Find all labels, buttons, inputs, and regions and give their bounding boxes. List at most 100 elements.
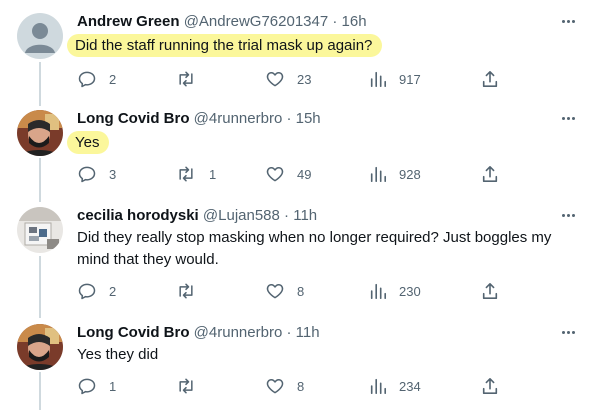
display-name[interactable]: Long Covid Bro <box>77 324 190 341</box>
tweet-text: Did the staff running the trial mask up … <box>67 34 577 57</box>
heart-icon <box>266 72 284 87</box>
timestamp[interactable]: 11h <box>296 324 320 341</box>
tweet-actions: 1 8 234 <box>77 375 517 397</box>
user-handle[interactable]: @4runnerbro <box>194 110 283 127</box>
timestamp[interactable]: 11h <box>293 207 317 224</box>
reply-button[interactable]: 2 <box>77 68 116 90</box>
cecilia-photo-icon <box>17 207 63 253</box>
like-count: 49 <box>297 166 312 182</box>
share-icon <box>482 165 498 183</box>
view-count: 230 <box>399 283 421 299</box>
tweet-header: Long Covid Bro @4runnerbro · 15h <box>77 108 321 130</box>
reply-button[interactable]: 2 <box>77 280 116 302</box>
more-icon[interactable] <box>558 11 578 31</box>
view-count: 917 <box>399 71 421 87</box>
retweet-count: 1 <box>209 166 217 182</box>
reply-icon <box>78 71 96 88</box>
retweet-button[interactable] <box>175 375 209 397</box>
user-handle[interactable]: @4runnerbro <box>194 324 283 341</box>
separator-dot: · <box>286 324 292 341</box>
separator-dot: · <box>332 13 338 30</box>
like-button[interactable]: 49 <box>265 163 311 185</box>
tweet-text: Did they really stop masking when no lon… <box>77 229 552 268</box>
avatar[interactable] <box>17 324 63 370</box>
avatar[interactable] <box>17 110 63 156</box>
view-count: 234 <box>399 378 421 394</box>
highlighted-text: Did the staff running the trial mask up … <box>67 34 383 57</box>
share-icon <box>482 377 498 395</box>
views-icon <box>370 378 387 395</box>
user-handle[interactable]: @Lujan588 <box>203 207 280 224</box>
share-icon <box>482 70 498 88</box>
tweet-header: Andrew Green @AndrewG76201347 · 16h <box>77 11 367 33</box>
views-button[interactable]: 234 <box>369 375 421 397</box>
display-name[interactable]: Andrew Green <box>77 13 180 30</box>
reply-button[interactable]: 3 <box>77 163 116 185</box>
reply-icon <box>78 378 96 395</box>
reply-icon <box>78 166 96 183</box>
views-icon <box>370 166 387 183</box>
retweet-button[interactable] <box>175 68 209 90</box>
reply-button[interactable]: 1 <box>77 375 116 397</box>
views-button[interactable]: 230 <box>369 280 421 302</box>
avatar[interactable] <box>17 13 63 59</box>
retweet-icon <box>179 378 193 394</box>
masked-man-photo-icon <box>17 324 63 370</box>
views-icon <box>370 283 387 300</box>
heart-icon <box>266 379 284 394</box>
separator-dot: · <box>286 110 292 127</box>
retweet-icon <box>179 166 193 182</box>
like-count: 23 <box>297 71 312 87</box>
like-count: 8 <box>297 283 305 299</box>
tweet-header: cecilia horodyski @Lujan588 · 11h <box>77 205 317 227</box>
avatar[interactable] <box>17 207 63 253</box>
tweet-header: Long Covid Bro @4runnerbro · 11h <box>77 322 320 344</box>
separator-dot: · <box>284 207 290 224</box>
share-button[interactable] <box>481 68 499 90</box>
tweet-actions: 3 1 49 928 <box>77 163 517 185</box>
tweet[interactable]: Long Covid Bro @4runnerbro · 15h Yes 3 1… <box>0 108 600 196</box>
default-avatar-icon <box>17 13 63 59</box>
like-button[interactable]: 23 <box>265 68 311 90</box>
share-button[interactable] <box>481 280 499 302</box>
views-icon <box>370 71 387 88</box>
retweet-button[interactable] <box>175 280 209 302</box>
like-button[interactable]: 8 <box>265 280 304 302</box>
reply-count: 3 <box>109 166 117 182</box>
share-icon <box>482 282 498 300</box>
views-button[interactable]: 928 <box>369 163 421 185</box>
view-count: 928 <box>399 166 421 182</box>
masked-man-photo-icon <box>17 110 63 156</box>
user-handle[interactable]: @AndrewG76201347 <box>184 13 329 30</box>
reply-count: 1 <box>109 378 117 394</box>
heart-icon <box>266 284 284 299</box>
highlighted-text: Yes <box>67 131 110 154</box>
tweet-actions: 2 23 917 <box>77 68 517 90</box>
heart-icon <box>266 167 284 182</box>
tweet[interactable]: cecilia horodyski @Lujan588 · 11h Did th… <box>0 205 600 315</box>
more-icon[interactable] <box>558 322 578 342</box>
display-name[interactable]: Long Covid Bro <box>77 110 190 127</box>
display-name[interactable]: cecilia horodyski <box>77 207 199 224</box>
timestamp[interactable]: 15h <box>296 110 321 127</box>
retweet-button[interactable]: 1 <box>175 163 216 185</box>
reply-icon <box>78 283 96 300</box>
tweet-text: Yes they did <box>77 346 159 363</box>
tweet[interactable]: Long Covid Bro @4runnerbro · 11h Yes the… <box>0 322 600 410</box>
share-button[interactable] <box>481 163 499 185</box>
like-button[interactable]: 8 <box>265 375 304 397</box>
tweet[interactable]: Andrew Green @AndrewG76201347 · 16h Did … <box>0 11 600 99</box>
tweet-text: Yes <box>67 131 577 154</box>
reply-count: 2 <box>109 283 117 299</box>
more-icon[interactable] <box>558 108 578 128</box>
like-count: 8 <box>297 378 305 394</box>
retweet-icon <box>179 283 193 299</box>
more-icon[interactable] <box>558 205 578 225</box>
reply-count: 2 <box>109 71 117 87</box>
share-button[interactable] <box>481 375 499 397</box>
conversation-thread: Andrew Green @AndrewG76201347 · 16h Did … <box>0 0 600 410</box>
views-button[interactable]: 917 <box>369 68 421 90</box>
timestamp[interactable]: 16h <box>342 13 367 30</box>
retweet-icon <box>179 71 193 87</box>
tweet-actions: 2 8 230 <box>77 280 517 302</box>
